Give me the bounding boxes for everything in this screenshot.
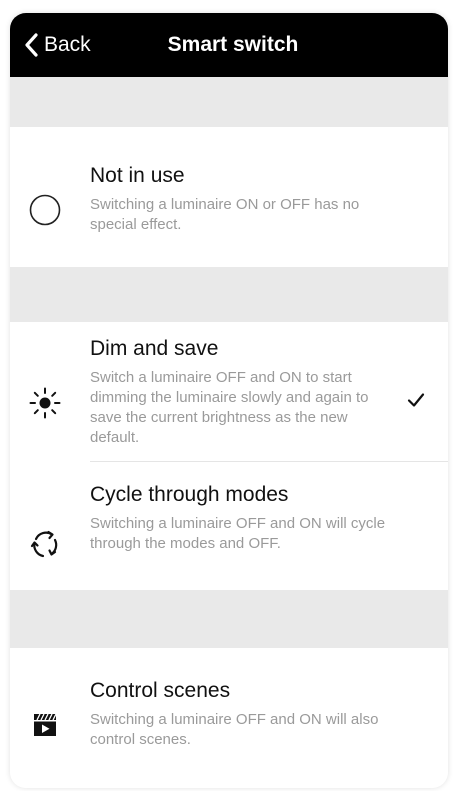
option-description: Switch a luminaire OFF and ON to start d… (90, 369, 369, 446)
option-description: Switching a luminaire OFF and ON will al… (90, 711, 379, 748)
section-gap (10, 590, 448, 648)
brightness-icon (28, 386, 62, 420)
option-title: Dim and save (90, 337, 219, 360)
checkmark-icon (406, 390, 426, 410)
option-title: Not in use (90, 164, 185, 187)
clapperboard-icon (28, 708, 62, 742)
cycle-icon (28, 527, 62, 561)
option-dim-and-save[interactable]: Dim and save Switch a luminaire OFF and … (10, 322, 448, 462)
option-cycle-through-modes[interactable]: Cycle through modes Switching a luminair… (10, 462, 448, 590)
option-not-in-use[interactable]: Not in use Switching a luminaire ON or O… (10, 127, 448, 267)
option-description: Switching a luminaire ON or OFF has no s… (90, 196, 360, 233)
option-control-scenes[interactable]: Control scenes Switching a luminaire OFF… (10, 648, 448, 788)
page-title: Smart switch (167, 33, 299, 56)
option-title: Control scenes (90, 679, 231, 702)
section-gap (10, 267, 448, 322)
section-gap (10, 77, 448, 127)
app-frame: Back Smart switch Not in use Switching a… (10, 13, 448, 788)
option-title: Cycle through modes (90, 483, 289, 506)
option-description: Switching a luminaire OFF and ON will cy… (90, 515, 386, 552)
nav-bar: Back Smart switch (10, 13, 448, 77)
circle-outline-icon (28, 193, 62, 227)
